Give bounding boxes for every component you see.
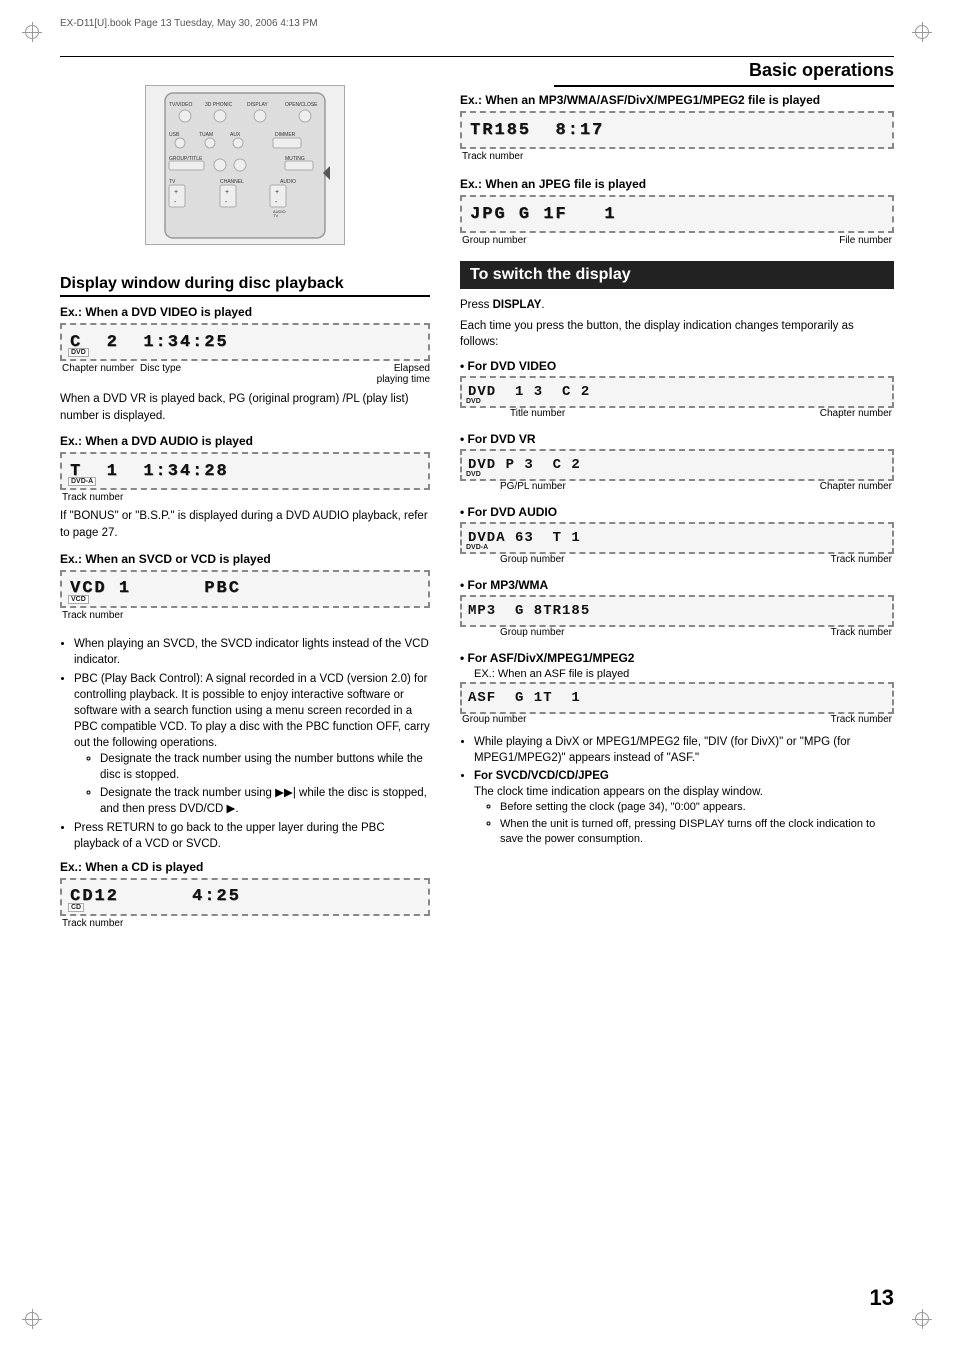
cd-display: CD12 4:25 CD bbox=[60, 878, 430, 916]
track-label-cd: Track number bbox=[62, 918, 123, 929]
switch-dvd-vr: • For DVD VR DVD P 3 C 2 DVD PG/PL numbe… bbox=[460, 432, 894, 497]
svcd-sub-bullet-2: Designate the track number using ▶▶| whi… bbox=[100, 785, 430, 817]
switch-dvd-vr-display: DVD P 3 C 2 DVD bbox=[460, 449, 894, 481]
switch-mp3: • For MP3/WMA MP3 G 8TR185 Group number … bbox=[460, 578, 894, 643]
svg-text:AUDIO: AUDIO bbox=[280, 179, 296, 185]
pgpl-label: PG/PL number bbox=[500, 481, 566, 492]
svg-text:USB: USB bbox=[169, 132, 180, 138]
dvd-audio-note: If "BONUS" or "B.S.P." is displayed duri… bbox=[60, 508, 430, 541]
cd-example: Ex.: When a CD is played CD12 4:25 CD Tr… bbox=[60, 860, 430, 934]
track-label-mp3: Track number bbox=[462, 151, 523, 162]
header-divider bbox=[60, 56, 894, 57]
switch-dvd-video-label: • For DVD VIDEO bbox=[460, 359, 894, 373]
asf-ex-note: EX.: When an ASF file is played bbox=[474, 668, 894, 680]
group-number-label-mp3: Group number bbox=[500, 627, 564, 638]
mp3-label: Ex.: When an MP3/WMA/ASF/DivX/MPEG1/MPEG… bbox=[460, 93, 894, 107]
switch-bullet-2: For SVCD/VCD/CD/JPEG The clock time indi… bbox=[474, 768, 894, 847]
track-number-label-asf: Track number bbox=[831, 714, 892, 725]
svcd-sub-bullet-1: Designate the track number using the num… bbox=[100, 751, 430, 783]
svg-text:CHANNEL: CHANNEL bbox=[220, 179, 244, 185]
section-heading: Display window during disc playback bbox=[60, 275, 430, 297]
vcd-example: Ex.: When an SVCD or VCD is played VCD 1… bbox=[60, 552, 430, 626]
svg-text:+: + bbox=[275, 189, 279, 196]
dvd-video-example: Ex.: When a DVD VIDEO is played C 2 1:34… bbox=[60, 305, 430, 424]
dvd-video-label: Ex.: When a DVD VIDEO is played bbox=[60, 305, 430, 319]
switch-dvd-audio-label: • For DVD AUDIO bbox=[460, 505, 894, 519]
svg-text:DISPLAY: DISPLAY bbox=[247, 102, 268, 108]
svg-text:3D PHONIC: 3D PHONIC bbox=[205, 102, 233, 108]
dvd-video-display: C 2 1:34:25 DVD bbox=[60, 323, 430, 361]
corner-tr bbox=[912, 22, 932, 42]
chapter-label: Chapter number bbox=[62, 363, 134, 374]
svg-text:TUAM: TUAM bbox=[199, 132, 213, 138]
switch-mp3-display: MP3 G 8TR185 bbox=[460, 595, 894, 627]
group-number-label-asf: Group number bbox=[462, 714, 526, 725]
switch-dvd-vr-label: • For DVD VR bbox=[460, 432, 894, 446]
switch-intro: Press DISPLAY. bbox=[460, 297, 894, 314]
mp3-display: TR185 8:17 bbox=[460, 111, 894, 149]
chapter-number-label-1: Chapter number bbox=[820, 408, 892, 419]
svg-text:+: + bbox=[174, 189, 178, 196]
switch-mp3-label: • For MP3/WMA bbox=[460, 578, 894, 592]
switch-dvd-video: • For DVD VIDEO DVD 1 3 C 2 DVD Title nu… bbox=[460, 359, 894, 424]
corner-bl bbox=[22, 1309, 42, 1329]
svg-text:DIMMER: DIMMER bbox=[275, 132, 296, 138]
disc-type-label: Disc type bbox=[140, 363, 181, 374]
svg-text:OPEN/CLOSE: OPEN/CLOSE bbox=[285, 102, 318, 108]
corner-tl bbox=[22, 22, 42, 42]
switch-display-box: To switch the display bbox=[460, 261, 894, 289]
remote-image: TV/VIDEO 3D PHONIC DISPLAY OPEN/CLOSE US… bbox=[145, 85, 345, 245]
switch-asf: • For ASF/DivX/MPEG1/MPEG2 EX.: When an … bbox=[460, 651, 894, 730]
cd-label: Ex.: When a CD is played bbox=[60, 860, 430, 874]
chapter-number-label-2: Chapter number bbox=[820, 481, 892, 492]
track-label-dvda: Track number bbox=[62, 492, 123, 503]
switch-dvd-audio: • For DVD AUDIO DVDA 63 T 1 DVD-A Group … bbox=[460, 505, 894, 570]
group-number-label-dvda: Group number bbox=[500, 554, 564, 565]
vcd-display: VCD 1 PBC VCD bbox=[60, 570, 430, 608]
switch-dvd-video-display: DVD 1 3 C 2 DVD bbox=[460, 376, 894, 408]
switch-bullets: While playing a DivX or MPEG1/MPEG2 file… bbox=[474, 734, 894, 848]
file-label-jpeg: File number bbox=[839, 235, 892, 246]
svcd-bullet-3: Press RETURN to go back to the upper lay… bbox=[74, 820, 430, 852]
dvd-video-note: When a DVD VR is played back, PG (origin… bbox=[60, 391, 430, 424]
switch-bullet-1: While playing a DivX or MPEG1/MPEG2 file… bbox=[474, 734, 894, 766]
corner-br bbox=[912, 1309, 932, 1329]
left-column: TV/VIDEO 3D PHONIC DISPLAY OPEN/CLOSE US… bbox=[60, 85, 430, 944]
track-label-vcd: Track number bbox=[62, 610, 123, 621]
switch-asf-label: • For ASF/DivX/MPEG1/MPEG2 bbox=[460, 651, 894, 665]
jpeg-label: Ex.: When an JPEG file is played bbox=[460, 177, 894, 191]
svg-text:+: + bbox=[225, 189, 229, 196]
svg-text:TV: TV bbox=[273, 213, 278, 218]
group-label-jpeg: Group number bbox=[462, 235, 526, 246]
svg-text:TV/VIDEO: TV/VIDEO bbox=[169, 102, 192, 108]
dvd-audio-label: Ex.: When a DVD AUDIO is played bbox=[60, 434, 430, 448]
file-info: EX-D11[U].book Page 13 Tuesday, May 30, … bbox=[60, 18, 894, 29]
svg-text:AUX: AUX bbox=[230, 132, 241, 138]
main-content: TV/VIDEO 3D PHONIC DISPLAY OPEN/CLOSE US… bbox=[60, 85, 894, 1291]
dvd-audio-example: Ex.: When a DVD AUDIO is played T 1 1:34… bbox=[60, 434, 430, 541]
track-number-label-dvda: Track number bbox=[831, 554, 892, 565]
right-column: Ex.: When an MP3/WMA/ASF/DivX/MPEG1/MPEG… bbox=[460, 85, 894, 944]
switch-dvd-audio-display: DVDA 63 T 1 DVD-A bbox=[460, 522, 894, 554]
track-number-label-mp3: Track number bbox=[831, 627, 892, 638]
title-number-label: Title number bbox=[510, 408, 565, 419]
page-title: Basic operations bbox=[554, 60, 894, 87]
jpeg-display: JPG G 1F 1 bbox=[460, 195, 894, 233]
svg-text:TV: TV bbox=[169, 179, 176, 185]
svcd-bullets: When playing an SVCD, the SVCD indicator… bbox=[74, 636, 430, 852]
switch-sub-bullet-1: Before setting the clock (page 34), "0:0… bbox=[500, 800, 894, 815]
mp3-example: Ex.: When an MP3/WMA/ASF/DivX/MPEG1/MPEG… bbox=[460, 93, 894, 167]
switch-asf-display: ASF G 1T 1 bbox=[460, 682, 894, 714]
switch-desc: Each time you press the button, the disp… bbox=[460, 318, 894, 351]
svcd-bullet-2: PBC (Play Back Control): A signal record… bbox=[74, 671, 430, 817]
svcd-bullet-1: When playing an SVCD, the SVCD indicator… bbox=[74, 636, 430, 668]
vcd-label: Ex.: When an SVCD or VCD is played bbox=[60, 552, 430, 566]
dvd-audio-display: T 1 1:34:28 DVD-A bbox=[60, 452, 430, 490]
jpeg-example: Ex.: When an JPEG file is played JPG G 1… bbox=[460, 177, 894, 251]
switch-sub-bullet-2: When the unit is turned off, pressing DI… bbox=[500, 817, 894, 848]
elapsed-label: Elapsedplaying time bbox=[377, 363, 430, 385]
